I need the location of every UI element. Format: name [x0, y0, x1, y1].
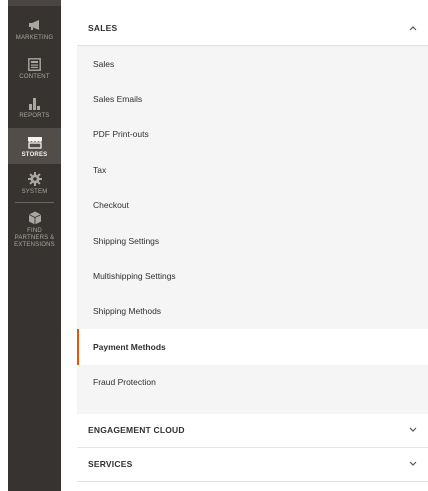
nav-item-stores[interactable]: STORES	[8, 128, 61, 164]
tab-sales[interactable]: Sales	[77, 46, 428, 81]
chevron-up-icon	[409, 24, 417, 32]
tab-multishipping-settings[interactable]: Multishipping Settings	[77, 258, 428, 293]
nav-item-system[interactable]: SYSTEM	[8, 164, 61, 202]
config-tabs-panel: SALES Sales Sales Emails PDF Print-outs …	[77, 10, 428, 482]
admin-sidebar: MARKETING CONTENT REPORTS STORES SYSTEM …	[8, 0, 61, 491]
section-title-services: SERVICES	[88, 459, 133, 470]
sales-subsection-list: Sales Sales Emails PDF Print-outs Tax Ch…	[77, 46, 428, 414]
chevron-down-icon	[409, 460, 417, 468]
tab-sales-emails[interactable]: Sales Emails	[77, 81, 428, 116]
subsection-bottom-gap	[77, 399, 428, 414]
section-header-engagement-cloud[interactable]: ENGAGEMENT CLOUD	[77, 413, 428, 448]
tab-checkout[interactable]: Checkout	[77, 188, 428, 223]
nav-label-stores: STORES	[21, 152, 48, 158]
section-title-sales: SALES	[88, 22, 118, 33]
nav-label-system: SYSTEM	[21, 189, 48, 195]
section-header-services[interactable]: SERVICES	[77, 447, 428, 482]
section-title-engagement-cloud: ENGAGEMENT CLOUD	[88, 425, 185, 436]
bar-chart-icon	[28, 95, 41, 111]
tab-pdf-print-outs[interactable]: PDF Print-outs	[77, 117, 428, 152]
nav-label-marketing: MARKETING	[15, 35, 54, 41]
megaphone-icon	[28, 17, 42, 33]
section-header-sales[interactable]: SALES	[77, 10, 428, 46]
tab-payment-methods[interactable]: Payment Methods	[77, 329, 428, 365]
nav-label-content: CONTENT	[19, 74, 50, 80]
chevron-down-icon	[409, 426, 417, 434]
config-main: SALES Sales Sales Emails PDF Print-outs …	[61, 0, 428, 491]
tab-tax[interactable]: Tax	[77, 152, 428, 187]
nav-item-marketing[interactable]: MARKETING	[8, 6, 61, 50]
tab-shipping-settings[interactable]: Shipping Settings	[77, 223, 428, 258]
nav-item-content[interactable]: CONTENT	[8, 50, 61, 88]
cube-icon	[28, 210, 42, 226]
nav-item-reports[interactable]: REPORTS	[8, 88, 61, 128]
nav-label-reports: REPORTS	[19, 113, 50, 119]
nav-item-find-partners[interactable]: FIND PARTNERS & EXTENSIONS	[8, 203, 61, 253]
tab-fraud-protection[interactable]: Fraud Protection	[77, 365, 428, 400]
gear-icon	[27, 171, 42, 187]
nav-label-find-partners: FIND PARTNERS & EXTENSIONS	[14, 228, 55, 248]
store-icon	[27, 134, 43, 150]
tab-shipping-methods[interactable]: Shipping Methods	[77, 294, 428, 329]
content-icon	[28, 56, 41, 72]
